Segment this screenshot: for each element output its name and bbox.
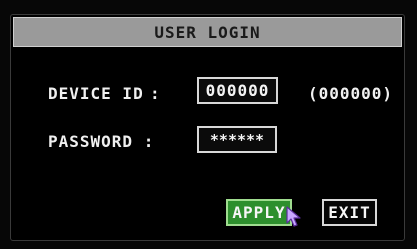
- device-id-label: DEVICE ID: [48, 84, 144, 103]
- device-id-hint: (000000): [308, 84, 394, 103]
- dialog-title-bar: USER LOGIN: [13, 17, 402, 47]
- device-id-input[interactable]: 000000: [197, 77, 278, 104]
- mouse-pointer-icon: [286, 206, 301, 227]
- device-id-colon: :: [150, 84, 161, 103]
- password-input[interactable]: ******: [197, 126, 277, 153]
- password-label: PASSWORD :: [48, 132, 155, 151]
- exit-button[interactable]: EXIT: [322, 199, 377, 226]
- dvr-screen: USER LOGIN DEVICE ID : 000000 (000000) P…: [0, 0, 417, 249]
- apply-button[interactable]: APPLY: [226, 199, 292, 226]
- dialog-title: USER LOGIN: [154, 22, 261, 42]
